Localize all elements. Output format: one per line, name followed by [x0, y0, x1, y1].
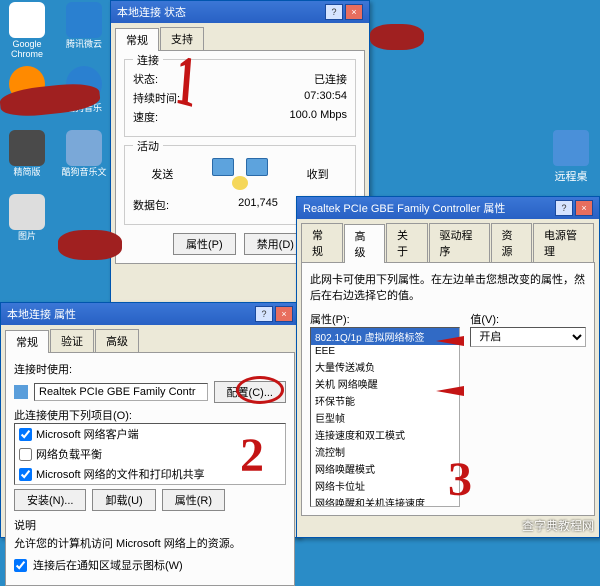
connection-group: 连接 状态:已连接 持续时间:07:30:54 速度:100.0 Mbps	[124, 59, 356, 137]
help-button[interactable]: ?	[255, 306, 273, 322]
adapter-properties-window: Realtek PCIe GBE Family Controller 属性 ?×…	[296, 196, 600, 538]
checkbox[interactable]	[19, 468, 32, 481]
list-item[interactable]: 环保节能	[311, 392, 459, 409]
tab-support[interactable]: 支持	[160, 27, 204, 50]
list-item[interactable]: 大量传送减负	[311, 358, 459, 375]
tray-checkbox[interactable]	[14, 559, 27, 572]
duration-value: 07:30:54	[304, 90, 347, 106]
list-item[interactable]: 流控制	[311, 443, 459, 460]
recv-label: 收到	[307, 166, 329, 182]
property-list[interactable]: 802.1Q/1p 虚拟网络标签 EEE 大量传送减负 关机 网络唤醒 环保节能…	[310, 327, 460, 507]
tab-power[interactable]: 电源管理	[533, 223, 594, 262]
titlebar[interactable]: 本地连接 状态 ? ×	[111, 1, 369, 23]
group-title: 活动	[133, 138, 163, 154]
checkbox[interactable]	[19, 448, 32, 461]
list-item[interactable]: 网络唤醒模式	[311, 460, 459, 477]
checkbox[interactable]	[19, 428, 32, 441]
description-label: 说明	[14, 517, 286, 533]
list-item[interactable]: 连接速度和双工模式	[311, 426, 459, 443]
titlebar[interactable]: Realtek PCIe GBE Family Controller 属性 ?×	[297, 197, 599, 219]
tab-advanced[interactable]: 高级	[344, 224, 386, 263]
desktop-icon[interactable]: 我的QQ	[2, 66, 52, 126]
properties-button[interactable]: 属性(P)	[173, 233, 236, 255]
tab-general[interactable]: 常规	[115, 28, 159, 51]
list-item[interactable]: 网络负载平衡	[36, 446, 102, 462]
window-title: 本地连接 状态	[117, 4, 186, 20]
sent-label: 发送	[151, 166, 173, 182]
value-select[interactable]: 开启	[470, 327, 586, 347]
list-item[interactable]: 802.1Q/1p 虚拟网络标签	[311, 328, 459, 345]
status-value: 已连接	[314, 71, 347, 87]
help-button[interactable]: ?	[555, 200, 573, 216]
tab-about[interactable]: 关于	[386, 223, 428, 262]
close-button[interactable]: ×	[575, 200, 593, 216]
packets-label: 数据包:	[133, 197, 169, 213]
close-button[interactable]: ×	[275, 306, 293, 322]
tab-advanced[interactable]: 高级	[95, 329, 139, 352]
configure-button[interactable]: 配置(C)...	[214, 381, 286, 403]
remote-desktop-icon[interactable]: 远程桌	[546, 130, 596, 184]
duration-label: 持续时间:	[133, 90, 180, 106]
packets-sent: 201,745	[238, 197, 278, 213]
tray-checkbox-row[interactable]: 连接后在通知区域显示图标(W)	[14, 557, 286, 573]
tab-general[interactable]: 常规	[5, 330, 49, 353]
description-text: 允许您的计算机访问 Microsoft 网络上的资源。	[14, 535, 286, 551]
tabs: 常规 支持	[111, 23, 369, 50]
install-button[interactable]: 安装(N)...	[14, 489, 86, 511]
components-list[interactable]: Microsoft 网络客户端 网络负载平衡 Microsoft 网络的文件和打…	[14, 423, 286, 485]
red-annotation-stroke	[370, 24, 424, 50]
desktop-icon[interactable]: 腾讯微云	[59, 2, 109, 62]
value-label: 值(V):	[470, 311, 586, 327]
list-item[interactable]: EEE	[311, 345, 459, 358]
desktop: Google Chrome 腾讯微云 我的QQ 酷狗音乐 精简版 酷狗音乐文 图…	[0, 0, 120, 300]
window-title: Realtek PCIe GBE Family Controller 属性	[303, 200, 505, 216]
connect-using-label: 连接时使用:	[14, 361, 286, 377]
tab-resources[interactable]: 资源	[491, 223, 533, 262]
window-title: 本地连接 属性	[7, 306, 76, 322]
desktop-icon[interactable]: Google Chrome	[2, 2, 52, 62]
list-item[interactable]: 网络唤醒和关机连接速度	[311, 494, 459, 507]
desktop-icon[interactable]: 精简版	[2, 130, 52, 190]
desktop-icon[interactable]: 酷狗音乐	[59, 66, 109, 126]
tab-auth[interactable]: 验证	[50, 329, 94, 352]
item-properties-button[interactable]: 属性(R)	[162, 489, 225, 511]
list-item[interactable]: Microsoft 网络的文件和打印机共享	[36, 466, 205, 482]
close-button[interactable]: ×	[345, 4, 363, 20]
adapter-icon	[14, 385, 28, 399]
list-item[interactable]: 巨型帧	[311, 409, 459, 426]
hint-text: 此网卡可使用下列属性。在左边单击您想改变的属性，然后在右边选择它的值。	[310, 271, 586, 303]
list-item[interactable]: 网络卡位址	[311, 477, 459, 494]
network-icon	[210, 154, 270, 194]
adapter-name: Realtek PCIe GBE Family Contr	[34, 383, 208, 401]
list-item[interactable]: Microsoft 网络客户端	[36, 426, 139, 442]
tab-driver[interactable]: 驱动程序	[429, 223, 490, 262]
desktop-icon[interactable]: 图片	[2, 194, 52, 254]
group-title: 连接	[133, 52, 163, 68]
properties-window: 本地连接 属性 ?× 常规 验证 高级 连接时使用: Realtek PCIe …	[0, 302, 300, 538]
help-button[interactable]: ?	[325, 4, 343, 20]
desktop-icon[interactable]: 酷狗音乐文	[59, 130, 109, 190]
speed-label: 速度:	[133, 109, 158, 125]
titlebar[interactable]: 本地连接 属性 ?×	[1, 303, 299, 325]
tab-general[interactable]: 常规	[301, 223, 343, 262]
list-item[interactable]: 关机 网络唤醒	[311, 375, 459, 392]
property-label: 属性(P):	[310, 311, 460, 327]
speed-value: 100.0 Mbps	[290, 109, 347, 125]
tray-label: 连接后在通知区域显示图标(W)	[33, 557, 183, 573]
status-label: 状态:	[133, 71, 158, 87]
items-label: 此连接使用下列项目(O):	[14, 407, 286, 423]
watermark: 查字典教程网	[522, 517, 594, 534]
uninstall-button[interactable]: 卸载(U)	[92, 489, 155, 511]
